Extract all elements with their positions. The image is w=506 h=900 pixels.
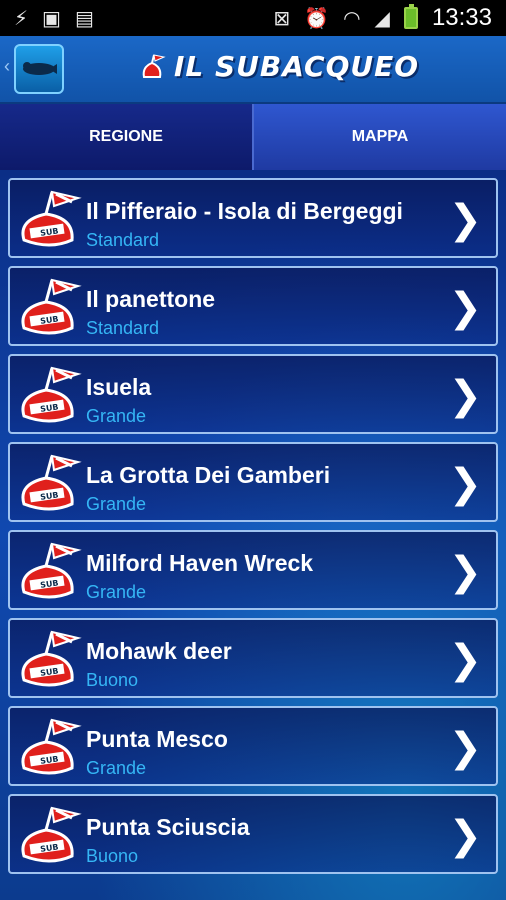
list-item[interactable]: SUB Punta Mesco Grande ❯	[8, 706, 498, 786]
status-left-icons: ⚡ ▣ ▤	[14, 8, 94, 28]
chevron-right-icon: ❯	[448, 725, 482, 771]
chevron-right-icon: ❯	[448, 285, 482, 331]
buoy-icon: SUB	[21, 278, 82, 335]
item-title: Punta Sciuscia	[86, 814, 250, 840]
chevron-right-icon: ❯	[448, 461, 482, 507]
briefcase-icon: ▤	[74, 6, 94, 30]
item-title: Il panettone	[86, 286, 216, 312]
status-bar: ⚡ ▣ ▤ ⊠ ⏰ ◠ ◢ 13:33	[0, 0, 506, 36]
alarm-icon: ⏰	[304, 6, 330, 30]
header-title-group: IL SUBACQUEO	[138, 50, 419, 83]
list-item[interactable]: SUB Il Pifferaio - Isola di Bergeggi Sta…	[8, 178, 498, 258]
chevron-right-icon: ❯	[448, 813, 482, 859]
item-title: La Grotta Dei Gamberi	[86, 462, 331, 488]
usb-icon: ⚡	[14, 6, 29, 30]
item-title: Milford Haven Wreck	[86, 550, 314, 576]
wifi-icon: ◠	[343, 6, 361, 30]
chevron-right-icon: ❯	[448, 549, 482, 595]
item-title: Isuela	[86, 374, 152, 400]
image-icon: ▣	[42, 6, 61, 30]
item-subtitle: Grande	[86, 494, 147, 514]
battery-charging-icon	[403, 4, 418, 29]
buoy-icon: SUB	[21, 718, 82, 775]
list-item[interactable]: SUB Milford Haven Wreck Grande ❯	[8, 530, 498, 610]
chevron-right-icon: ❯	[448, 197, 482, 243]
item-subtitle: Grande	[86, 582, 147, 602]
diver-icon	[23, 62, 57, 75]
buoy-icon: SUB	[21, 366, 82, 423]
buoy-icon: SUB	[21, 542, 82, 599]
signal-icon: ◢	[374, 6, 390, 30]
nfc-off-icon: ⊠	[273, 6, 291, 30]
tab-bar: REGIONE MAPPA	[0, 104, 506, 170]
list-item[interactable]: SUB Isuela Grande ❯	[8, 354, 498, 434]
list-item[interactable]: SUB Mohawk deer Buono ❯	[8, 618, 498, 698]
tab-mappa[interactable]: MAPPA	[254, 104, 506, 170]
item-title: Mohawk deer	[86, 638, 232, 664]
list-item[interactable]: SUB Il panettone Standard ❯	[8, 266, 498, 346]
item-subtitle: Buono	[86, 846, 139, 866]
item-subtitle: Grande	[86, 758, 147, 778]
chevron-right-icon: ❯	[448, 637, 482, 683]
buoy-icon: SUB	[21, 454, 82, 511]
app-title: IL SUBACQUEO	[174, 50, 420, 83]
buoy-icon: SUB	[21, 190, 82, 247]
item-subtitle: Standard	[86, 230, 160, 250]
action-bar: ‹ IL SUBACQUEO	[0, 36, 506, 104]
status-right-icons: ⊠ ⏰ ◠ ◢ 13:33	[273, 4, 492, 32]
buoy-icon: SUB	[21, 630, 82, 687]
item-subtitle: Grande	[86, 406, 147, 426]
item-subtitle: Buono	[86, 670, 139, 690]
buoy-logo-icon	[142, 53, 166, 78]
buoy-icon: SUB	[21, 806, 82, 863]
back-caret-icon[interactable]: ‹	[4, 56, 10, 77]
item-title: Il Pifferaio - Isola di Bergeggi	[86, 198, 403, 224]
item-subtitle: Standard	[86, 318, 160, 338]
list-item[interactable]: SUB La Grotta Dei Gamberi Grande ❯	[8, 442, 498, 522]
chevron-right-icon: ❯	[448, 373, 482, 419]
item-title: Punta Mesco	[86, 726, 228, 752]
tab-regione[interactable]: REGIONE	[0, 104, 254, 170]
list-item[interactable]: SUB Punta Sciuscia Buono ❯	[8, 794, 498, 874]
app-logo[interactable]	[14, 44, 64, 94]
status-time: 13:33	[431, 4, 492, 31]
